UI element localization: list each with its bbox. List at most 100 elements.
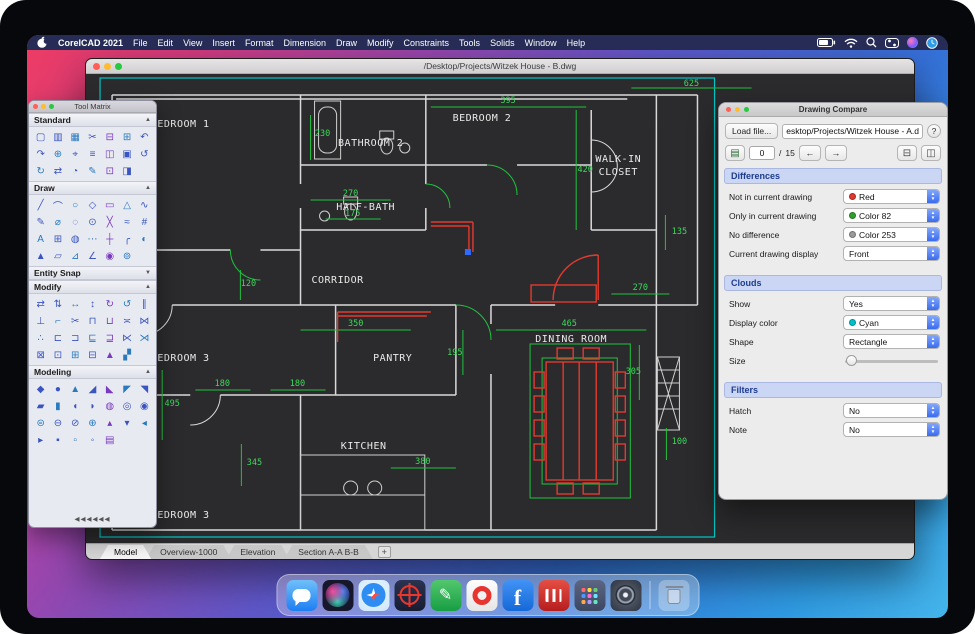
tool-icon[interactable]: ↶ (136, 129, 153, 145)
tool-icon[interactable]: ◐ (136, 231, 153, 247)
menu-edit[interactable]: Edit (158, 38, 174, 48)
tool-icon[interactable]: ✎ (84, 163, 101, 179)
tool-icon[interactable]: ◦ (84, 432, 101, 448)
tool-icon[interactable]: ◆ (32, 381, 49, 397)
tool-icon[interactable]: A (32, 231, 49, 247)
tool-icon[interactable]: ◨ (118, 163, 135, 179)
tool-icon[interactable]: ⊡ (49, 347, 66, 363)
tool-icon[interactable]: ▪ (49, 432, 66, 448)
tool-icon[interactable]: ⊐ (67, 330, 84, 346)
menu-view[interactable]: View (183, 38, 202, 48)
palette-close-button[interactable] (33, 104, 38, 109)
previous-difference-button[interactable]: ← (799, 145, 821, 161)
drawing-compare-titlebar[interactable]: Drawing Compare (719, 103, 947, 117)
setting-dropdown[interactable]: Yes▲▼ (843, 296, 940, 311)
tool-icon[interactable]: ▾ (118, 415, 135, 431)
tool-icon[interactable]: ◉ (101, 248, 118, 264)
tool-icon[interactable]: ⋈ (136, 313, 153, 329)
sheet-tab-model[interactable]: Model (100, 545, 151, 559)
load-file-button[interactable]: Load file... (725, 123, 778, 139)
palette-zoom-button[interactable] (49, 104, 54, 109)
tool-icon[interactable]: ⊟ (101, 129, 118, 145)
compare-zoom-button[interactable] (744, 107, 749, 112)
tool-icon[interactable]: ⊕ (49, 146, 66, 162)
red-app-dock-icon[interactable] (538, 580, 569, 611)
collapse-arrow-icon[interactable]: ▲ (145, 185, 151, 191)
tool-icon[interactable]: # (136, 214, 153, 230)
facebook-dock-icon[interactable]: f (502, 580, 533, 611)
tool-icon[interactable]: ◌ (67, 214, 84, 230)
tool-icon[interactable]: ◍ (67, 231, 84, 247)
search-icon[interactable] (866, 37, 877, 48)
tool-icon[interactable]: ◫ (101, 146, 118, 162)
compare-close-button[interactable] (726, 107, 731, 112)
slider-knob[interactable] (846, 355, 857, 366)
tool-icon[interactable]: ▣ (118, 146, 135, 162)
compare-file-path[interactable] (782, 124, 923, 139)
tool-icon[interactable]: ⊚ (118, 248, 135, 264)
tool-icon[interactable]: ┼ (101, 231, 118, 247)
collapse-arrow-icon[interactable]: ▲ (145, 117, 151, 123)
tool-icon[interactable]: ↔ (67, 296, 84, 312)
tool-icon[interactable]: ⊑ (84, 330, 101, 346)
collapse-arrow-icon[interactable]: ▲ (145, 369, 151, 375)
tool-icon[interactable]: ⊞ (67, 347, 84, 363)
tool-icon[interactable]: ⊞ (118, 129, 135, 145)
wifi-icon[interactable] (844, 38, 858, 48)
side-by-side-icon[interactable]: ◫ (921, 145, 941, 161)
tool-icon[interactable]: ⊘ (67, 415, 84, 431)
menu-insert[interactable]: Insert (212, 38, 235, 48)
tool-icon[interactable]: ↻ (32, 163, 49, 179)
tool-matrix-section-draw[interactable]: Draw▲ (29, 181, 156, 195)
setting-dropdown[interactable]: Color 253▲▼ (843, 227, 940, 242)
tool-icon[interactable]: ▞ (118, 347, 135, 363)
tool-icon[interactable]: ⇄ (32, 296, 49, 312)
tool-icon[interactable]: ◣ (101, 381, 118, 397)
tool-icon[interactable]: ≡ (84, 146, 101, 162)
sheet-tab-overview-1000[interactable]: Overview-1000 (146, 545, 231, 559)
compare-report-icon[interactable]: ▤ (725, 145, 745, 161)
tool-icon[interactable]: ∥ (136, 296, 153, 312)
palette-minimize-button[interactable] (41, 104, 46, 109)
trash-dock-icon[interactable] (658, 580, 689, 611)
coreldraw-dock-icon[interactable]: ✎ (430, 580, 461, 611)
add-sheet-button[interactable]: + (378, 546, 391, 558)
collapse-arrow-icon[interactable]: ▼ (145, 270, 151, 276)
tool-icon[interactable]: ◎ (118, 398, 135, 414)
tool-icon[interactable]: ◍ (101, 398, 118, 414)
tool-icon[interactable]: ▸ (32, 432, 49, 448)
tool-icon[interactable]: ⊥ (32, 313, 49, 329)
tool-icon[interactable]: ⊙ (84, 214, 101, 230)
setting-dropdown[interactable]: Cyan▲▼ (843, 315, 940, 330)
tool-icon[interactable]: ↺ (118, 296, 135, 312)
tool-icon[interactable]: ⊖ (49, 415, 66, 431)
next-difference-button[interactable]: → (825, 145, 847, 161)
collapse-arrow-icon[interactable]: ▲ (145, 284, 151, 290)
tool-icon[interactable]: ≈ (118, 214, 135, 230)
tool-icon[interactable]: ⇅ (49, 296, 66, 312)
setting-dropdown[interactable]: Rectangle▲▼ (843, 334, 940, 349)
tool-icon[interactable]: ∴ (32, 330, 49, 346)
tool-matrix-section-entity-snap[interactable]: Entity Snap▼ (29, 266, 156, 280)
tool-icon[interactable]: ⊡ (101, 163, 118, 179)
help-button[interactable]: ? (927, 124, 941, 138)
clock-icon[interactable] (926, 37, 938, 49)
tool-icon[interactable]: ◥ (136, 381, 153, 397)
tool-icon[interactable]: ⋊ (136, 330, 153, 346)
menu-file[interactable]: File (133, 38, 148, 48)
utility-dock-icon[interactable] (610, 580, 641, 611)
tool-icon[interactable]: ↻ (101, 296, 118, 312)
tool-icon[interactable]: ⇄ (49, 163, 66, 179)
tool-icon[interactable]: ⌒ (49, 197, 66, 213)
menu-draw[interactable]: Draw (336, 38, 357, 48)
tool-icon[interactable]: ⋉ (118, 330, 135, 346)
tool-icon[interactable]: ⊿ (67, 248, 84, 264)
tool-icon[interactable]: ▦ (67, 129, 84, 145)
siri-dock-icon[interactable] (322, 580, 353, 611)
tool-icon[interactable]: ⊟ (84, 347, 101, 363)
window-titlebar[interactable]: /Desktop/Projects/Witzek House - B.dwg (86, 59, 914, 74)
tool-icon[interactable]: ● (49, 381, 66, 397)
tool-icon[interactable]: ▤ (101, 432, 118, 448)
setting-dropdown[interactable]: No▲▼ (843, 403, 940, 418)
close-button[interactable] (93, 63, 100, 70)
